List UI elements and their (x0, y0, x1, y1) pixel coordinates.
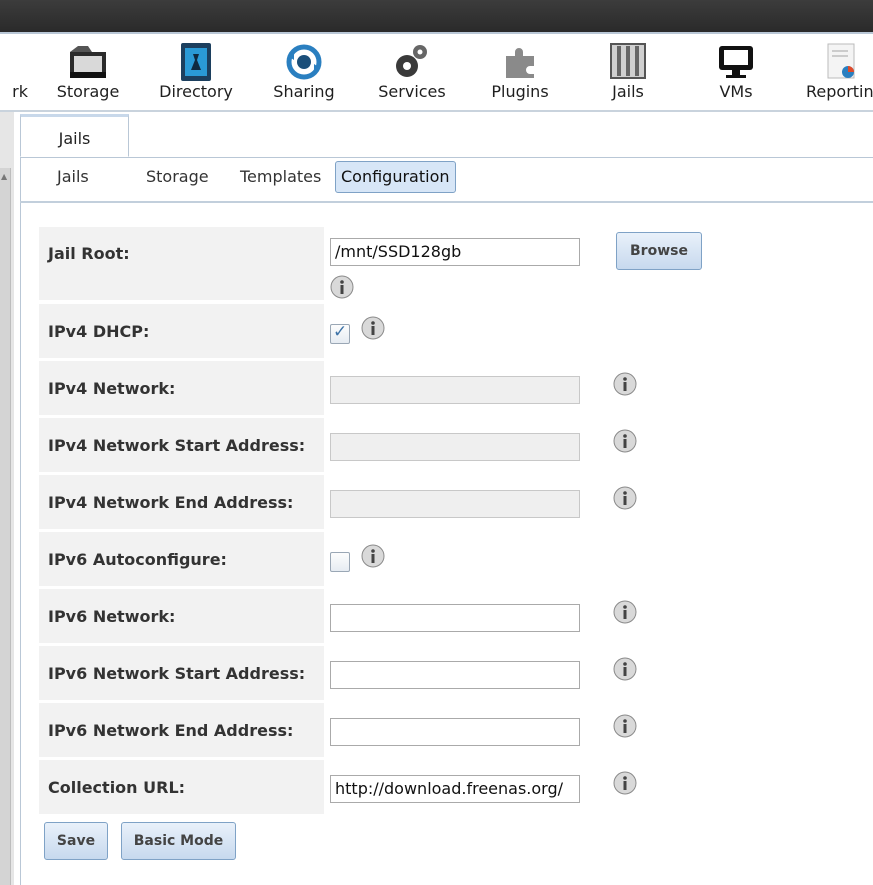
ipv6-start-input[interactable] (330, 661, 580, 689)
row-ipv6-autoconfigure: IPv6 Autoconfigure: (39, 532, 324, 586)
ipv6-network-info-icon[interactable] (613, 600, 637, 624)
collection-url-info-icon[interactable] (613, 771, 637, 795)
jail-root-info-icon[interactable] (330, 275, 354, 299)
nav-label-jails: Jails (612, 82, 644, 101)
browse-button[interactable]: Browse (616, 232, 702, 270)
sharing-icon (286, 44, 322, 80)
nav-label-plugins: Plugins (491, 82, 549, 101)
row-ipv6-start: IPv6 Network Start Address: (39, 646, 324, 700)
jails-icon (610, 43, 646, 79)
nav-label-storage: Storage (56, 82, 120, 101)
ipv4-network-label: IPv4 Network: (48, 379, 176, 398)
collection-url-label: Collection URL: (48, 778, 186, 797)
ipv6-end-label: IPv6 Network End Address: (48, 721, 294, 740)
ipv6-start-info-icon[interactable] (613, 657, 637, 681)
nav-item-reporting[interactable]: Reportin (800, 34, 873, 110)
row-ipv4-dhcp: IPv4 DHCP: (39, 304, 324, 358)
ipv4-start-label: IPv4 Network Start Address: (48, 436, 306, 455)
nav-label-services: Services (378, 82, 446, 101)
row-ipv6-end: IPv6 Network End Address: (39, 703, 324, 757)
tab-jails[interactable]: Jails (20, 114, 129, 157)
subtab-divider (20, 201, 873, 203)
jail-root-input[interactable]: /mnt/SSD128gb (330, 238, 580, 266)
tab-strip-border (20, 157, 873, 158)
ipv4-start-input[interactable] (330, 433, 580, 461)
reporting-icon (827, 43, 855, 79)
nav-item-vms[interactable]: VMs (696, 34, 776, 110)
ipv6-start-label: IPv6 Network Start Address: (48, 664, 306, 683)
nav-item-storage[interactable]: Storage (48, 34, 128, 110)
row-ipv4-end: IPv4 Network End Address: (39, 475, 324, 529)
vms-icon (719, 46, 753, 78)
nav-item-directory[interactable]: Directory (153, 34, 239, 110)
nav-item-sharing[interactable]: Sharing (264, 34, 344, 110)
tab-body-border (20, 157, 21, 885)
ipv4-dhcp-label: IPv4 DHCP: (48, 322, 150, 341)
row-ipv4-network: IPv4 Network: (39, 361, 324, 415)
ipv6-end-info-icon[interactable] (613, 714, 637, 738)
top-title-bar (0, 0, 873, 32)
nav-label-vms: VMs (719, 82, 753, 101)
ipv6-end-input[interactable] (330, 718, 580, 746)
nav-item-jails[interactable]: Jails (588, 34, 668, 110)
subtab-templates[interactable]: Templates (240, 161, 321, 193)
jail-root-label: Jail Root: (48, 244, 130, 263)
save-button[interactable]: Save (44, 822, 108, 860)
row-collection-url: Collection URL: (39, 760, 324, 814)
nav-label-network: rk (12, 82, 28, 101)
ipv4-end-input[interactable] (330, 490, 580, 518)
ipv6-autoconfigure-checkbox[interactable] (330, 552, 350, 572)
nav-item-services[interactable]: Services (372, 34, 452, 110)
nav-item-plugins[interactable]: Plugins (480, 34, 560, 110)
ipv6-network-label: IPv6 Network: (48, 607, 176, 626)
ipv4-end-label: IPv4 Network End Address: (48, 493, 294, 512)
basic-mode-button[interactable]: Basic Mode (121, 822, 236, 860)
nav-label-directory: Directory (159, 82, 233, 101)
directory-icon (181, 43, 211, 81)
scroll-up-arrow-icon[interactable]: ▲ (1, 172, 7, 181)
services-icon (396, 45, 427, 77)
plugins-icon (506, 48, 534, 78)
collection-url-input[interactable]: http://download.freenas.org/ (330, 775, 580, 803)
subtab-configuration[interactable]: Configuration (335, 161, 456, 193)
main-navigation-bar: rk Storage Directory Sharing Services Pl… (0, 34, 873, 112)
ipv4-dhcp-info-icon[interactable] (361, 316, 385, 340)
nav-label-reporting: Reportin (806, 82, 873, 101)
ipv6-network-input[interactable] (330, 604, 580, 632)
ipv6-autoconfigure-info-icon[interactable] (361, 544, 385, 568)
ipv4-end-info-icon[interactable] (613, 486, 637, 510)
nav-item-network[interactable]: rk (0, 34, 28, 110)
row-ipv4-start: IPv4 Network Start Address: (39, 418, 324, 472)
ipv4-dhcp-checkbox[interactable] (330, 322, 350, 344)
nav-label-sharing: Sharing (273, 82, 335, 101)
ipv4-network-info-icon[interactable] (613, 372, 637, 396)
storage-icon (70, 46, 106, 78)
ipv4-start-info-icon[interactable] (613, 429, 637, 453)
row-ipv6-network: IPv6 Network: (39, 589, 324, 643)
subtab-jails[interactable]: Jails (57, 161, 89, 193)
subtab-storage[interactable]: Storage (146, 161, 209, 193)
left-scrollbar[interactable] (0, 168, 11, 885)
row-jail-root: Jail Root: (39, 227, 324, 300)
ipv4-network-input[interactable] (330, 376, 580, 404)
ipv6-autoconfigure-label: IPv6 Autoconfigure: (48, 550, 227, 569)
